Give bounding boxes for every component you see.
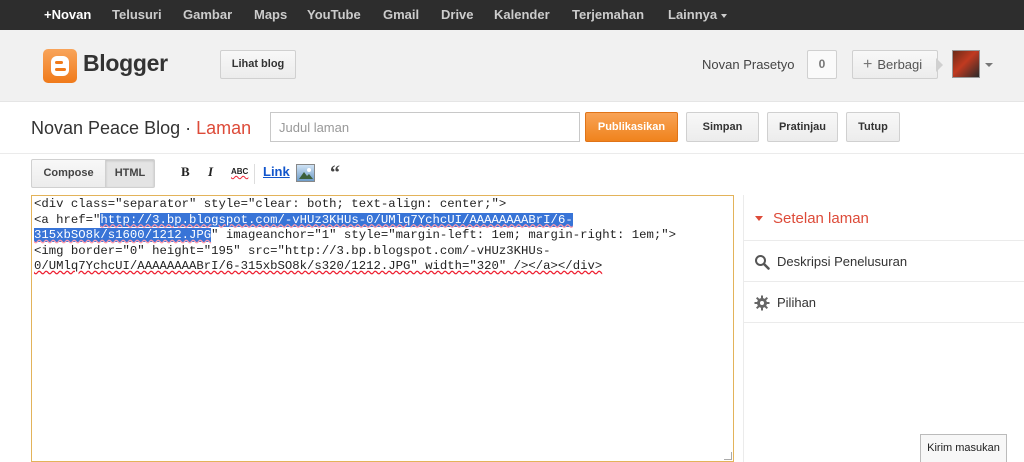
compose-mode-button[interactable]: Compose: [31, 159, 106, 188]
code-line: 0/UMlq7YchcUI/AAAAAAAABrI/6-315xbSO8k/s3…: [34, 259, 603, 273]
search-icon: [755, 255, 770, 270]
bold-button[interactable]: B: [181, 164, 190, 180]
notification-count[interactable]: 0: [807, 50, 837, 79]
image-icon: [299, 168, 313, 179]
blogger-b-icon: [51, 56, 69, 76]
quote-icon[interactable]: “: [330, 162, 340, 185]
triangle-down-icon: [755, 216, 763, 221]
brand-name[interactable]: Blogger: [83, 50, 168, 77]
chevron-down-icon[interactable]: [985, 63, 993, 67]
gbar-link-calendar[interactable]: Kalender: [494, 0, 550, 30]
code-line: <a href=": [34, 212, 101, 227]
preview-button[interactable]: Pratinjau: [767, 112, 838, 142]
chevron-down-icon: [721, 13, 728, 18]
blogger-header: Blogger Lihat blog Novan Prasetyo 0 + Ber…: [0, 30, 1024, 102]
view-blog-button[interactable]: Lihat blog: [220, 50, 296, 79]
publish-button[interactable]: Publikasikan: [585, 112, 678, 142]
html-editor-textarea[interactable]: <div class="separator" style="clear: bot…: [31, 195, 734, 462]
google-bar: +Novan Telusuri Gambar Maps YouTube Gmai…: [0, 0, 1024, 30]
html-mode-button[interactable]: HTML: [105, 159, 155, 188]
blog-name[interactable]: Novan Peace Blog: [31, 118, 180, 138]
page-settings-heading: Setelan laman: [773, 210, 869, 227]
selected-code: http://3.bp.blogspot.com/-vHUz3KHUs-0/UM…: [100, 212, 573, 227]
gbar-more-label: Lainnya: [668, 7, 718, 22]
share-button[interactable]: + Berbagi: [852, 50, 938, 79]
close-button[interactable]: Tutup: [846, 112, 900, 142]
gbar-link-translate[interactable]: Terjemahan: [572, 0, 644, 30]
share-label: Berbagi: [877, 57, 923, 72]
selected-code: 315xbSO8k/s1600/1212.JPG: [34, 228, 212, 242]
gbar-link-maps[interactable]: Maps: [254, 0, 287, 30]
toolbar-divider: [254, 164, 255, 184]
insert-image-icon[interactable]: [296, 164, 315, 182]
sidebar-item-label: Deskripsi Penelusuran: [777, 254, 908, 269]
user-name[interactable]: Novan Prasetyo: [702, 57, 795, 72]
page-title: Novan Peace Blog · Laman: [31, 118, 251, 139]
gbar-link-gmail[interactable]: Gmail: [383, 0, 419, 30]
italic-button[interactable]: I: [208, 164, 213, 180]
avatar[interactable]: [952, 50, 980, 78]
link-button[interactable]: Link: [263, 164, 290, 179]
gbar-link-search[interactable]: Telusuri: [112, 0, 162, 30]
resize-handle[interactable]: [724, 452, 732, 460]
code-line: " imageanchor="1" style="margin-left: 1e…: [211, 228, 677, 242]
code-line: <div class="separator" style="clear: bot…: [34, 197, 507, 211]
post-title-row: Novan Peace Blog · Laman Publikasikan Si…: [0, 103, 1024, 153]
sidebar-item-label: Pilihan: [777, 295, 817, 310]
editor-toolbar: Compose HTML B I ABC Link “: [0, 153, 1024, 195]
page-settings-sidebar: Setelan laman Deskripsi Penelusuran Pili…: [743, 195, 1024, 462]
sidebar-item-search-description[interactable]: Deskripsi Penelusuran: [744, 242, 1024, 282]
gbar-link-images[interactable]: Gambar: [183, 0, 232, 30]
code-line: <img border="0" height="195" src="http:/…: [34, 243, 551, 258]
share-pointer: [936, 58, 943, 72]
title-separator: ·: [180, 118, 197, 138]
section-name: Laman: [196, 118, 252, 138]
page-title-input[interactable]: [270, 112, 580, 142]
page-settings-header[interactable]: Setelan laman: [744, 195, 1024, 241]
sidebar-item-options[interactable]: Pilihan: [744, 283, 1024, 323]
send-feedback-button[interactable]: Kirim masukan: [920, 434, 1007, 462]
gbar-link-youtube[interactable]: YouTube: [307, 0, 361, 30]
save-button[interactable]: Simpan: [686, 112, 759, 142]
html-source: <div class="separator" style="clear: bot…: [34, 197, 732, 275]
gbar-more-menu[interactable]: Lainnya: [668, 0, 728, 30]
gbar-link-profile[interactable]: +Novan: [44, 0, 91, 30]
spellcheck-button[interactable]: ABC: [231, 167, 248, 176]
blogger-logo-icon[interactable]: [43, 49, 77, 83]
plus-icon: +: [863, 56, 873, 73]
gbar-link-drive[interactable]: Drive: [441, 0, 474, 30]
gear-icon: [754, 295, 770, 311]
